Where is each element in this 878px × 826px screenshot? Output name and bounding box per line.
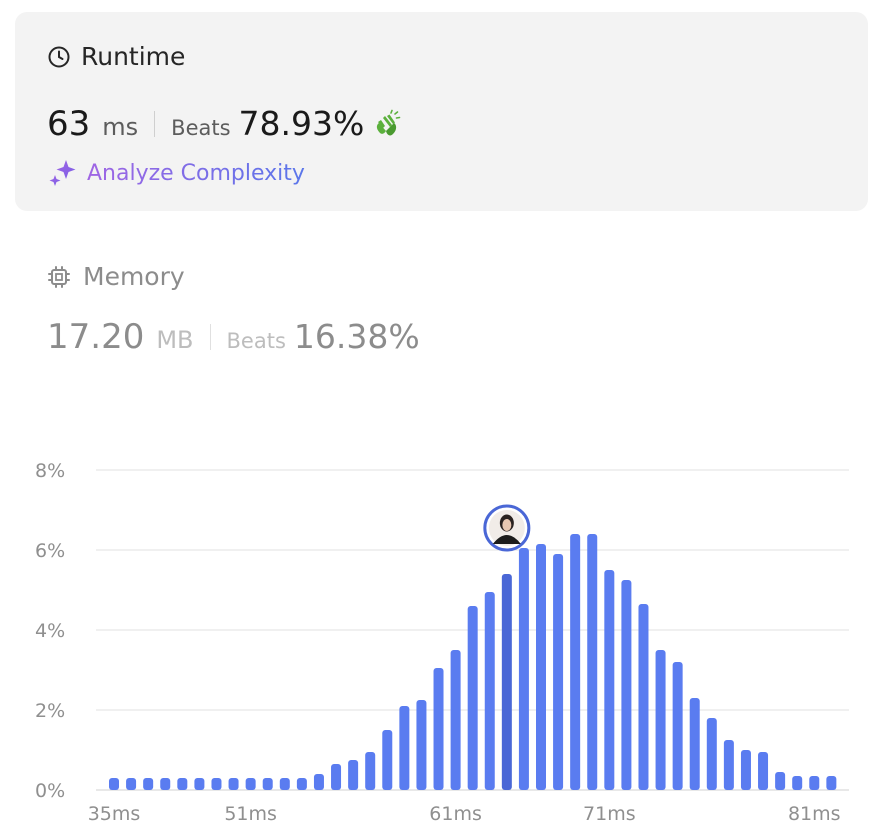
runtime-card: Runtime 63 ms Beats 78.93% Analyze Compl… <box>15 12 868 211</box>
bar[interactable] <box>109 778 119 790</box>
runtime-beats-label: Beats <box>171 116 231 140</box>
bar[interactable] <box>638 604 649 790</box>
runtime-header: Runtime <box>47 42 185 71</box>
clock-icon <box>48 46 70 67</box>
x-tick-label: 35ms <box>88 803 141 825</box>
bar[interactable] <box>143 778 154 790</box>
memory-title: Memory <box>83 262 185 291</box>
y-tick-label: 2% <box>35 700 65 722</box>
memory-header: Memory <box>47 262 420 291</box>
bar[interactable] <box>826 776 837 790</box>
chip-icon <box>48 265 70 288</box>
bar[interactable] <box>228 778 239 790</box>
bar[interactable] <box>313 774 324 790</box>
runtime-stats: 63 ms Beats 78.93% <box>47 104 402 144</box>
x-tick-label: 61ms <box>429 803 482 825</box>
runtime-value: 63 <box>47 104 91 144</box>
bar[interactable] <box>484 592 495 790</box>
bar[interactable] <box>621 580 632 790</box>
bar[interactable] <box>587 534 598 790</box>
bar[interactable] <box>604 570 615 790</box>
bar[interactable] <box>126 778 137 790</box>
bar-current[interactable] <box>501 574 512 790</box>
y-tick-label: 4% <box>35 620 65 642</box>
bar[interactable] <box>194 778 205 790</box>
y-tick-label: 6% <box>35 540 65 562</box>
bar[interactable] <box>467 606 478 790</box>
memory-beats-value: 16.38% <box>293 317 420 356</box>
runtime-title: Runtime <box>81 42 186 71</box>
memory-stats: 17.20 MB Beats 16.38% <box>47 317 420 357</box>
bar[interactable] <box>450 650 461 790</box>
bar[interactable] <box>382 730 393 790</box>
memory-section[interactable]: Memory 17.20 MB Beats 16.38% <box>47 262 420 357</box>
bar[interactable] <box>416 700 427 790</box>
bar[interactable] <box>296 778 307 790</box>
bar[interactable] <box>689 698 700 790</box>
bar[interactable] <box>655 650 666 790</box>
bar[interactable] <box>211 778 222 790</box>
memory-divider <box>209 324 211 350</box>
bar[interactable] <box>706 718 717 790</box>
bar[interactable] <box>740 750 751 790</box>
bar[interactable] <box>792 776 803 790</box>
bar[interactable] <box>331 764 342 790</box>
bar[interactable] <box>279 778 290 790</box>
runtime-beats-value: 78.93% <box>238 104 365 143</box>
x-tick-label: 51ms <box>224 803 277 825</box>
bar[interactable] <box>348 760 359 790</box>
memory-beats-label: Beats <box>226 329 286 353</box>
bar[interactable] <box>518 548 529 790</box>
bar[interactable] <box>758 752 769 790</box>
runtime-divider <box>154 111 156 137</box>
bar[interactable] <box>177 778 188 790</box>
bar[interactable] <box>245 778 256 790</box>
clap-icon <box>377 109 401 136</box>
analyze-complexity-button[interactable]: Analyze Complexity <box>47 158 305 188</box>
y-tick-label: 0% <box>35 780 65 802</box>
x-tick-label: 81ms <box>788 803 841 825</box>
bar[interactable] <box>536 544 546 790</box>
runtime-distribution-chart[interactable]: 0% 2% 4% 6% 8% 35ms 51ms 61ms 71ms 81ms <box>0 430 878 826</box>
x-tick-label: 71ms <box>583 803 636 825</box>
bar[interactable] <box>723 740 734 790</box>
bar[interactable] <box>672 662 683 790</box>
bar[interactable] <box>433 668 444 790</box>
bar[interactable] <box>399 706 410 790</box>
bar[interactable] <box>553 554 564 790</box>
runtime-unit: ms <box>102 113 139 141</box>
bar[interactable] <box>775 772 786 790</box>
analyze-complexity-label[interactable]: Analyze Complexity <box>87 161 305 186</box>
user-avatar-marker[interactable] <box>483 504 531 552</box>
bar[interactable] <box>160 778 171 790</box>
bar[interactable] <box>365 752 376 790</box>
bar[interactable] <box>262 778 273 790</box>
y-tick-label: 8% <box>35 460 65 482</box>
memory-value: 17.20 <box>47 317 145 357</box>
memory-unit: MB <box>156 326 194 354</box>
sparkle-icon <box>49 160 76 186</box>
bar[interactable] <box>809 776 820 790</box>
bar[interactable] <box>570 534 581 790</box>
